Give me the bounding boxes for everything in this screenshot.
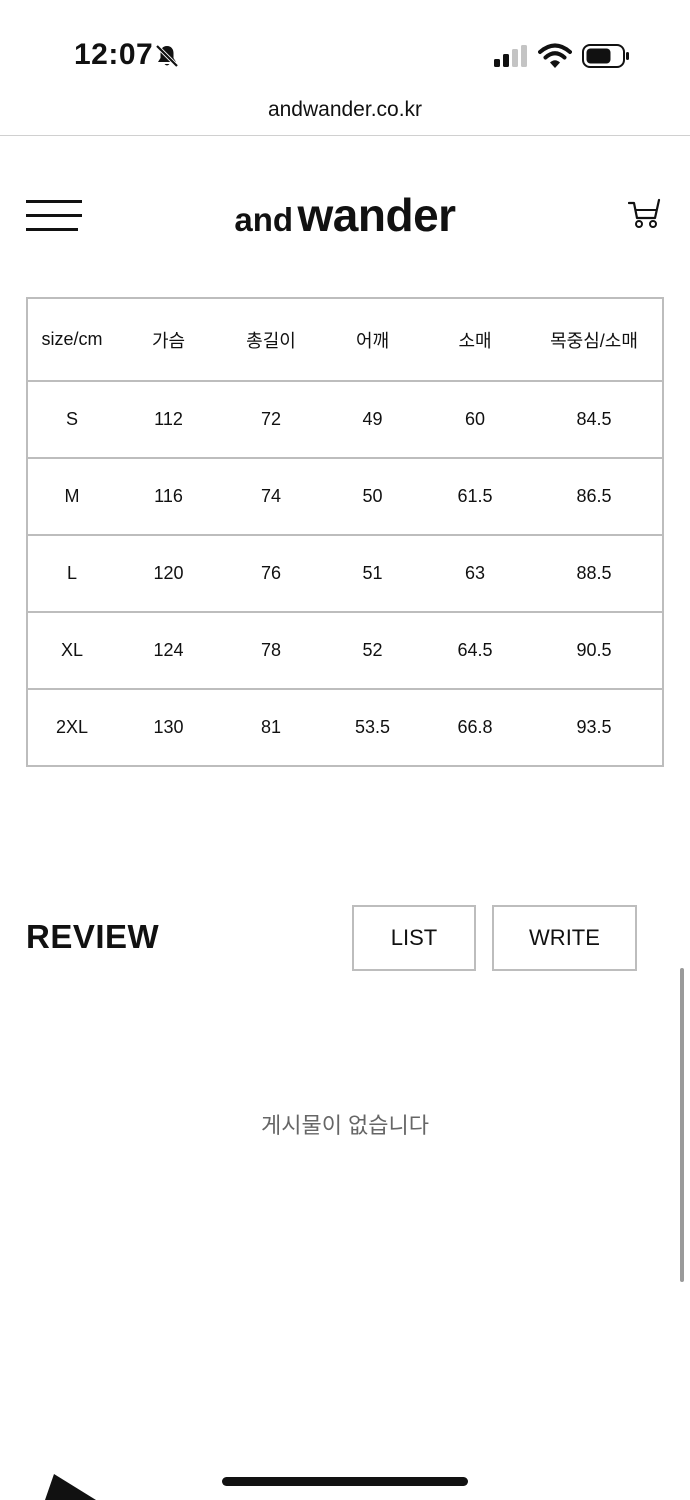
status-bar: 12:07 <box>0 0 690 90</box>
logo-and: and <box>234 201 294 238</box>
review-write-button[interactable]: WRITE <box>492 905 637 971</box>
table-cell: 51 <box>321 535 424 613</box>
table-header-cell: 목중심/소매 <box>526 298 663 382</box>
table-row: S 112 72 49 60 84.5 <box>27 381 663 459</box>
empty-review-message: 게시물이 없습니다 <box>260 1113 430 1138</box>
table-header-cell: 소매 <box>424 298 526 382</box>
table-cell: 63 <box>424 535 526 613</box>
site-logo[interactable]: and wander <box>0 188 690 242</box>
table-cell: 49 <box>321 381 424 459</box>
review-list-button[interactable]: LIST <box>352 905 476 971</box>
table-cell: 50 <box>321 458 424 536</box>
table-header-cell: size/cm <box>27 298 116 382</box>
table-cell: 88.5 <box>526 535 663 613</box>
size-chart-table: size/cm 가슴 총길이 어깨 소매 목중심/소매 S 112 72 49 … <box>26 297 664 767</box>
table-cell: 112 <box>116 381 221 459</box>
review-section-title: REVIEW <box>26 918 160 955</box>
table-row: 2XL 130 81 53.5 66.8 93.5 <box>27 689 663 766</box>
table-header-cell: 어깨 <box>321 298 424 382</box>
table-header-cell: 가슴 <box>116 298 221 382</box>
table-cell: 130 <box>153 717 184 737</box>
table-row: XL 124 78 52 64.5 90.5 <box>27 612 663 690</box>
table-cell: 124 <box>116 612 221 690</box>
table-cell: 72 <box>221 381 321 459</box>
play-triangle-icon <box>45 1474 96 1500</box>
table-cell: 53.5 <box>354 717 391 737</box>
table-cell: 61.5 <box>424 458 526 536</box>
table-cell: 81 <box>260 717 282 737</box>
table-row: M 116 74 50 61.5 86.5 <box>27 458 663 536</box>
table-cell: 120 <box>116 535 221 613</box>
cellular-signal-icon <box>494 45 527 67</box>
table-cell: S <box>27 381 116 459</box>
table-header-row: size/cm 가슴 총길이 어깨 소매 목중심/소매 <box>27 298 663 382</box>
table-cell: 64.5 <box>424 612 526 690</box>
table-cell: 84.5 <box>526 381 663 459</box>
page-scrollbar[interactable] <box>680 968 684 1282</box>
battery-icon <box>582 44 629 68</box>
table-cell: 74 <box>221 458 321 536</box>
table-cell: 116 <box>116 458 221 536</box>
table-cell: 93.5 <box>576 717 612 737</box>
table-cell: 52 <box>321 612 424 690</box>
table-cell: 76 <box>221 535 321 613</box>
table-row: L 120 76 51 63 88.5 <box>27 535 663 613</box>
table-cell: 78 <box>221 612 321 690</box>
status-time: 12:07 <box>74 38 154 71</box>
address-bar-divider <box>0 135 690 136</box>
home-indicator[interactable] <box>222 1477 468 1486</box>
table-header-cell: 총길이 <box>221 298 321 382</box>
table-cell: 2XL <box>55 717 89 737</box>
cart-icon[interactable] <box>628 196 662 230</box>
table-cell: XL <box>27 612 116 690</box>
bell-off-icon <box>155 44 179 68</box>
wifi-icon <box>538 43 572 68</box>
table-cell: 86.5 <box>526 458 663 536</box>
logo-wander: wander <box>297 189 457 241</box>
table-cell: 60 <box>424 381 526 459</box>
table-cell: 90.5 <box>526 612 663 690</box>
table-cell: M <box>27 458 116 536</box>
address-bar-url[interactable]: andwander.co.kr <box>0 98 690 122</box>
table-cell: 66.8 <box>457 717 493 737</box>
table-cell: L <box>27 535 116 613</box>
